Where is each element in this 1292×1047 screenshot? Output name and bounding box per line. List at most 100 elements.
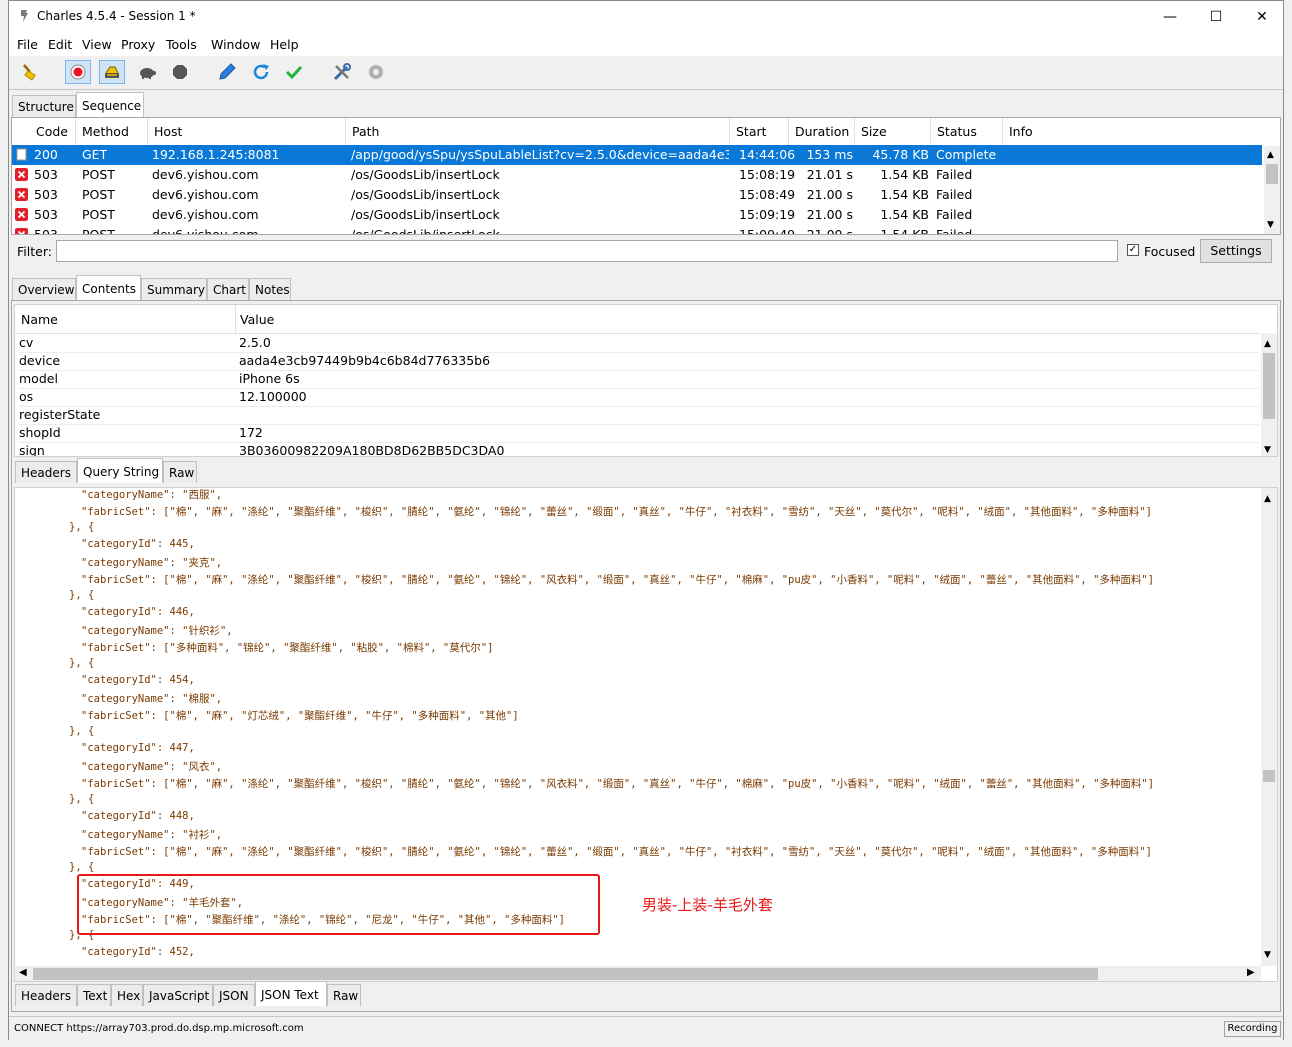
tab-json-text[interactable]: JSON Text	[255, 981, 327, 1006]
tab-chart[interactable]: Chart	[207, 278, 249, 300]
tab-contents[interactable]: Contents	[76, 275, 141, 300]
scroll-down-icon[interactable]: ▼	[1264, 445, 1271, 455]
stop-icon[interactable]	[167, 60, 193, 84]
cell-duration: 21.00 s	[806, 207, 853, 222]
json-scrollbar-vertical[interactable]: ▲ ▼	[1261, 488, 1277, 966]
query-row[interactable]: device aada4e3cb97449b9b4c6b84d776335b6	[19, 352, 1259, 371]
col-info[interactable]: Info	[1003, 118, 1261, 146]
recording-indicator[interactable]: Recording	[1224, 1021, 1281, 1037]
json-line: "fabricSet": ["棉", "麻", "涤纶", "聚酯纤维", "梭…	[81, 778, 1155, 790]
scroll-up-icon[interactable]: ▲	[1264, 494, 1271, 504]
menu-window[interactable]: Window	[211, 37, 260, 52]
table-row[interactable]: 503 POST dev6.yishou.com /os/GoodsLib/in…	[12, 185, 1262, 205]
tab-overview[interactable]: Overview	[12, 278, 76, 300]
scroll-down-icon[interactable]: ▼	[1264, 950, 1271, 960]
pen-icon[interactable]	[214, 60, 240, 84]
scroll-left-icon[interactable]: ◀	[19, 967, 27, 978]
json-line: "fabricSet": ["棉", "麻", "涤纶", "聚酯纤维", "梭…	[81, 574, 1155, 586]
close-button[interactable]: ✕	[1239, 1, 1285, 32]
tab-sequence[interactable]: Sequence	[76, 92, 144, 117]
table-row[interactable]: 200 GET 192.168.1.245:8081 /app/good/ysS…	[12, 145, 1262, 165]
query-scrollbar[interactable]: ▲ ▼	[1261, 333, 1277, 456]
settings-button[interactable]: Settings	[1200, 239, 1272, 263]
cell-method: POST	[82, 187, 115, 202]
throttle-icon[interactable]	[99, 60, 125, 84]
scroll-down-icon[interactable]: ▼	[1267, 220, 1274, 230]
error-icon	[15, 208, 28, 221]
table-row[interactable]: 503 POST dev6.yishou.com /os/GoodsLib/in…	[12, 205, 1262, 225]
query-row[interactable]: shopId 172	[19, 424, 1259, 443]
json-line: "fabricSet": ["棉", "麻", "涤纶", "聚酯纤维", "梭…	[81, 506, 1152, 518]
menu-tools[interactable]: Tools	[166, 37, 197, 52]
record-icon[interactable]	[65, 60, 91, 84]
menu-edit[interactable]: Edit	[48, 37, 72, 52]
menu-help[interactable]: Help	[270, 37, 299, 52]
menu-view[interactable]: View	[82, 37, 112, 52]
scroll-right-icon[interactable]: ▶	[1247, 967, 1255, 978]
error-icon	[15, 228, 28, 234]
scroll-thumb[interactable]	[1263, 353, 1275, 419]
sequence-scrollbar[interactable]: ▲ ▼	[1264, 146, 1280, 234]
col-duration[interactable]: Duration	[789, 118, 855, 146]
col-size[interactable]: Size	[855, 118, 931, 146]
tab-headers[interactable]: Headers	[15, 461, 77, 483]
tab-headers[interactable]: Headers	[15, 984, 77, 1006]
request-tabs: Headers Query String Raw	[15, 458, 315, 483]
col-path[interactable]: Path	[346, 118, 730, 146]
table-row[interactable]: 503 POST dev6.yishou.com /os/GoodsLib/in…	[12, 165, 1262, 185]
query-row[interactable]: model iPhone 6s	[19, 370, 1259, 389]
cell-path: /app/good/ysSpu/ysSpuLableList?cv=2.5.0&…	[351, 147, 729, 162]
col-value[interactable]: Value	[240, 312, 274, 327]
scroll-thumb[interactable]	[1266, 164, 1278, 184]
tab-hex[interactable]: Hex	[111, 984, 143, 1006]
cell-path: /os/GoodsLib/insertLock	[351, 167, 500, 182]
col-divider	[235, 305, 236, 333]
tab-text[interactable]: Text	[77, 984, 111, 1006]
check-icon[interactable]	[281, 60, 307, 84]
col-method[interactable]: Method	[76, 118, 148, 146]
json-line: }, {	[69, 861, 95, 873]
tab-raw[interactable]: Raw	[327, 984, 361, 1006]
menu-proxy[interactable]: Proxy	[121, 37, 155, 52]
col-name[interactable]: Name	[21, 312, 58, 327]
col-code[interactable]: Code	[30, 118, 76, 146]
query-row[interactable]: cv 2.5.0	[19, 334, 1259, 353]
scroll-up-icon[interactable]: ▲	[1267, 150, 1274, 160]
scroll-thumb[interactable]	[1263, 770, 1275, 782]
param-name: os	[19, 389, 34, 404]
table-row[interactable]: 503 POST dev6.yishou.com /os/GoodsLib/in…	[12, 225, 1262, 234]
gear-icon[interactable]	[363, 60, 389, 84]
query-row[interactable]: sign 3B03600982209A180BD8D62BB5DC3DA0	[19, 442, 1259, 456]
refresh-icon[interactable]	[248, 60, 274, 84]
tab-javascript[interactable]: JavaScript	[143, 984, 213, 1006]
tab-notes[interactable]: Notes	[249, 278, 291, 300]
param-value: 172	[239, 425, 263, 440]
col-start[interactable]: Start	[730, 118, 789, 146]
query-row[interactable]: os 12.100000	[19, 388, 1259, 407]
filter-input[interactable]	[56, 240, 1118, 262]
query-row[interactable]: registerState	[19, 406, 1259, 425]
param-name: shopId	[19, 425, 61, 440]
tab-query-string[interactable]: Query String	[77, 458, 163, 483]
broom-icon[interactable]	[17, 60, 43, 84]
col-status[interactable]: Status	[931, 118, 1003, 146]
query-header: Name Value	[15, 305, 1259, 334]
minimize-button[interactable]: —	[1147, 1, 1193, 32]
menu-file[interactable]: File	[17, 37, 38, 52]
focused-checkbox[interactable]: ✓	[1127, 244, 1139, 256]
col-host[interactable]: Host	[148, 118, 346, 146]
tab-raw[interactable]: Raw	[163, 461, 197, 483]
tab-structure[interactable]: Structure	[12, 95, 76, 117]
tools-icon[interactable]	[329, 60, 355, 84]
toolbar	[9, 56, 1283, 90]
scroll-thumb[interactable]	[33, 968, 1098, 980]
turtle-icon[interactable]	[134, 60, 160, 84]
scroll-up-icon[interactable]: ▲	[1264, 339, 1271, 349]
tab-summary[interactable]: Summary	[141, 278, 207, 300]
param-value: iPhone 6s	[239, 371, 300, 386]
cell-duration: 21.01 s	[806, 167, 853, 182]
maximize-button[interactable]: ☐	[1193, 1, 1239, 32]
json-line: "categoryName": "西服",	[81, 489, 223, 501]
tab-json[interactable]: JSON	[213, 984, 255, 1006]
json-scrollbar-horizontal[interactable]: ◀ ▶	[15, 966, 1261, 981]
